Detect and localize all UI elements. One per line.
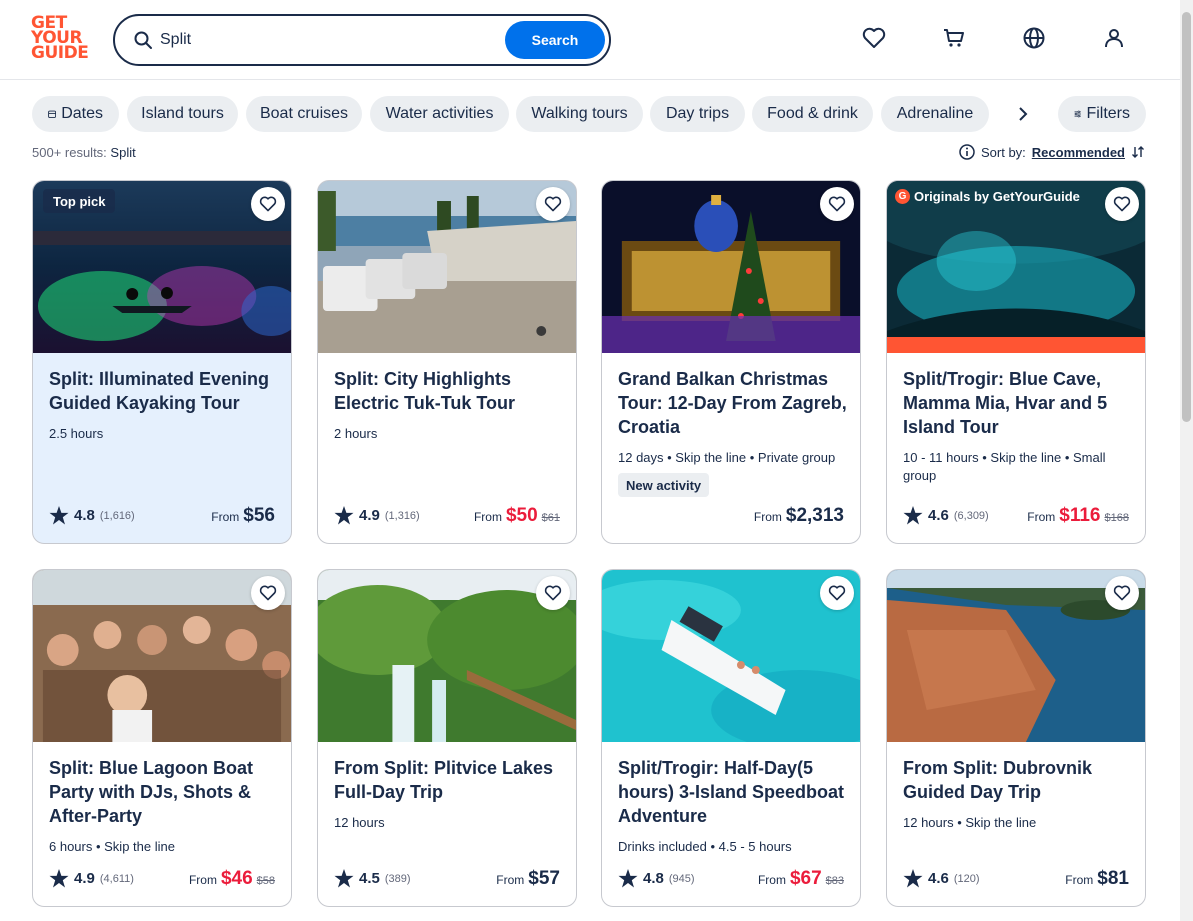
activity-title[interactable]: From Split: Plitvice Lakes Full-Day Trip <box>334 756 564 804</box>
calendar-icon <box>48 110 57 118</box>
chip-adrenaline[interactable]: Adrenaline <box>881 96 989 132</box>
scrollbar[interactable] <box>1180 0 1193 921</box>
sliders-icon <box>1074 110 1081 118</box>
activity-meta: 12 days • Skip the line • Private group <box>618 450 836 465</box>
wishlist-heart-icon[interactable] <box>536 576 570 610</box>
chip-boat-cruises[interactable]: Boat cruises <box>246 96 362 132</box>
filters-button[interactable]: Filters <box>1058 96 1146 132</box>
activity-meta: 12 hours <box>334 815 385 830</box>
cart-icon[interactable] <box>940 24 968 52</box>
getyourguide-logo[interactable]: GET YOUR GUIDE <box>31 15 91 64</box>
activity-title[interactable]: Split: Blue Lagoon Boat Party with DJs, … <box>49 756 279 828</box>
activity-rating: 4.6 (120) <box>903 869 980 888</box>
activity-card[interactable]: Grand Balkan Christmas Tour: 12-Day From… <box>601 180 861 544</box>
info-icon[interactable] <box>959 144 975 160</box>
activity-meta: 6 hours • Skip the line <box>49 839 175 854</box>
activity-title[interactable]: Split/Trogir: Half-Day(5 hours) 3-Island… <box>618 756 848 828</box>
activity-card[interactable]: From Split: Dubrovnik Guided Day Trip 12… <box>886 569 1146 907</box>
activity-price: From $116 $168 <box>1027 505 1129 526</box>
activity-rating: 4.8 (945) <box>618 869 695 888</box>
activity-price: From $56 <box>211 505 275 526</box>
chip-water-activities[interactable]: Water activities <box>370 96 509 132</box>
originals-bar <box>887 337 1145 353</box>
new-activity-badge: New activity <box>618 473 710 497</box>
activity-rating: 4.6 (6,309) <box>903 506 989 525</box>
activity-price: From $67 $83 <box>757 868 844 889</box>
search-button[interactable]: Search <box>505 21 605 59</box>
activity-card[interactable]: From Split: Plitvice Lakes Full-Day Trip… <box>317 569 577 907</box>
activity-card[interactable]: Split/Trogir: Half-Day(5 hours) 3-Island… <box>601 569 861 907</box>
top-pick-badge: Top pick <box>43 189 116 213</box>
activity-rating: 4.9 (4,611) <box>49 869 134 888</box>
activity-title[interactable]: Split: City Highlights Electric Tuk-Tuk … <box>334 367 564 415</box>
activity-card[interactable]: Split: Blue Lagoon Boat Party with DJs, … <box>32 569 292 907</box>
results-count: 500+ results: Split <box>32 145 136 160</box>
search-input[interactable] <box>160 28 500 52</box>
activity-meta: 12 hours • Skip the line <box>903 815 1037 830</box>
star-icon <box>903 869 923 888</box>
chip-day-trips[interactable]: Day trips <box>650 96 745 132</box>
star-icon <box>903 506 923 525</box>
star-icon <box>334 506 354 525</box>
originals-badge: G Originals by GetYourGuide <box>895 189 1080 204</box>
activity-title[interactable]: From Split: Dubrovnik Guided Day Trip <box>903 756 1133 804</box>
scrollbar-thumb[interactable] <box>1182 12 1191 422</box>
activity-rating: 4.9 (1,316) <box>334 506 420 525</box>
sort-value[interactable]: Recommended <box>1032 145 1125 160</box>
activity-title[interactable]: Split: Illuminated Evening Guided Kayaki… <box>49 367 279 415</box>
star-icon <box>49 869 69 888</box>
star-icon <box>49 506 69 525</box>
activity-card[interactable]: G Originals by GetYourGuide Split/Trogir… <box>886 180 1146 544</box>
profile-icon[interactable] <box>1100 24 1128 52</box>
search-bar: Search <box>113 14 611 66</box>
sort-arrows-icon <box>1132 146 1144 158</box>
activity-price: From $57 <box>496 868 560 889</box>
site-header: GET YOUR GUIDE Search <box>0 0 1180 80</box>
activity-price: From $2,313 <box>753 505 844 526</box>
star-icon <box>618 869 638 888</box>
activity-meta: 2.5 hours <box>49 426 104 441</box>
wishlist-heart-icon[interactable] <box>820 187 854 221</box>
wishlist-heart-icon[interactable] <box>251 187 285 221</box>
activity-card[interactable]: Top pick Split: Illuminated Evening Guid… <box>32 180 292 544</box>
activity-card[interactable]: Split: City Highlights Electric Tuk-Tuk … <box>317 180 577 544</box>
gyg-logo-icon: G <box>895 189 910 204</box>
wishlist-heart-icon[interactable] <box>820 576 854 610</box>
activity-price: From $50 $61 <box>473 505 560 526</box>
chip-dates[interactable]: Dates <box>32 96 119 132</box>
search-icon <box>134 31 152 49</box>
sort-control[interactable]: Sort by: Recommended <box>959 144 1145 160</box>
wishlist-heart-icon[interactable] <box>1105 187 1139 221</box>
activity-title[interactable]: Grand Balkan Christmas Tour: 12-Day From… <box>618 367 848 439</box>
chip-island-tours[interactable]: Island tours <box>127 96 238 132</box>
activity-rating: 4.5 (389) <box>334 869 411 888</box>
wishlist-heart-icon[interactable] <box>1105 576 1139 610</box>
activity-price: From $46 $58 <box>188 868 275 889</box>
activity-title[interactable]: Split/Trogir: Blue Cave, Mamma Mia, Hvar… <box>903 367 1133 439</box>
activity-meta: 2 hours <box>334 426 378 441</box>
activity-price: From $81 <box>1065 868 1129 889</box>
chip-food-drink[interactable]: Food & drink <box>752 96 873 132</box>
activity-rating: 4.8 (1,616) <box>49 506 135 525</box>
wishlist-heart-icon[interactable] <box>251 576 285 610</box>
sort-label: Sort by: <box>981 144 1026 160</box>
activity-meta: 10 - 11 hours • Skip the line • Small gr… <box>903 450 1106 483</box>
globe-icon[interactable] <box>1020 24 1048 52</box>
wishlist-heart-icon[interactable] <box>860 24 888 52</box>
activity-meta: Drinks included • 4.5 - 5 hours <box>618 839 792 854</box>
star-icon <box>334 869 354 888</box>
chevron-right-icon[interactable] <box>1010 102 1036 126</box>
chip-walking-tours[interactable]: Walking tours <box>516 96 643 132</box>
wishlist-heart-icon[interactable] <box>536 187 570 221</box>
